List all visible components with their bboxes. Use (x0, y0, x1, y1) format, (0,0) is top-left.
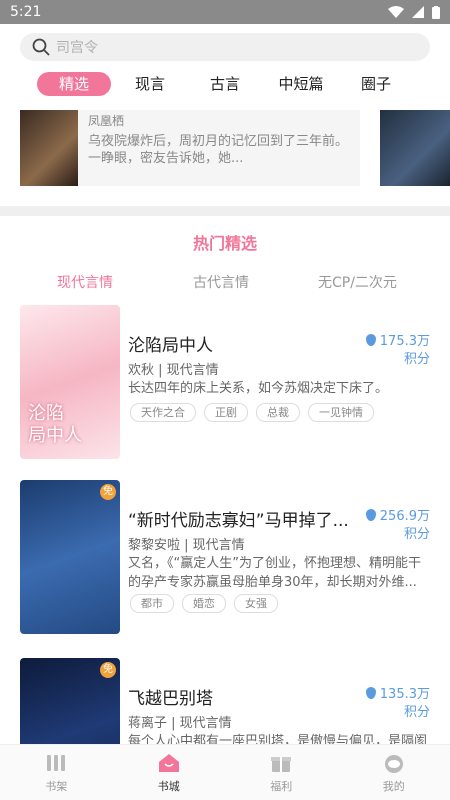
search-bar[interactable]: 司宫令 (20, 33, 430, 61)
book-item[interactable]: 沦陷 局中人 沦陷局中人 欢秋 | 现代言情 长达四年的床上关系，如今苏烟决定下床… (0, 305, 450, 465)
points-unit: 积分 (403, 352, 430, 367)
book-author: 蒋离子 (128, 716, 168, 731)
banner-cover-image (20, 110, 79, 186)
book-tags: 都市 婚恋 女强 (130, 594, 278, 613)
banner-author: 凤凰栖 (88, 114, 125, 128)
nav-label: 福利 (270, 779, 293, 793)
subtab-modern[interactable]: 现代言情 (57, 272, 113, 292)
book-meta: 蒋离子 | 现代言情 (128, 712, 232, 731)
nav-welfare[interactable]: 福利 (225, 745, 338, 800)
section-title: 热门精选 (192, 234, 257, 253)
meta-separator: | (171, 716, 180, 731)
free-badge: 免 (100, 662, 116, 678)
category-tabs: 精选 现言 古言 中短篇 圈子 (0, 72, 450, 98)
book-author: 欢秋 (128, 363, 155, 378)
header: 司宫令 精选 现言 古言 中短篇 圈子 (0, 24, 450, 110)
bottom-navigation: 书架 书城 福利 我的 (0, 744, 450, 800)
water-drop-icon (365, 509, 376, 521)
banner-description: 乌夜院爆炸后，周初月的记忆回到了三年前。一睁眼，密友告诉她，她... (88, 134, 349, 166)
battery-icon (432, 5, 440, 19)
free-badge: 免 (100, 484, 116, 500)
subtab-ancient[interactable]: 古代言情 (193, 272, 249, 292)
banner-card[interactable]: 凤凰栖 乌夜院爆炸后，周初月的记忆回到了三年前。一睁眼，密友告诉她，她... (20, 110, 360, 186)
tab-short-stories[interactable]: 中短篇 (275, 72, 327, 96)
points-value: 256.9万 (379, 509, 430, 524)
nav-label: 书城 (157, 779, 180, 793)
points-unit: 积分 (403, 527, 430, 542)
store-icon (158, 753, 179, 772)
water-drop-icon (365, 334, 376, 346)
tab-modern-romance[interactable]: 现言 (130, 72, 170, 96)
status-bar: 5:21 (0, 0, 450, 24)
tab-ancient-romance[interactable]: 古言 (205, 72, 245, 96)
nav-label: 我的 (382, 779, 405, 793)
book-points: 135.3万 积分 (365, 686, 430, 722)
book-tag[interactable]: 女强 (234, 594, 278, 613)
book-category: 现代言情 (179, 716, 232, 731)
profile-icon (384, 754, 403, 773)
points-unit: 积分 (403, 705, 430, 720)
book-title: 沦陷局中人 (128, 336, 213, 356)
banner-next-cover[interactable] (380, 110, 450, 186)
book-tag[interactable]: 总裁 (256, 403, 300, 422)
search-placeholder: 司宫令 (56, 40, 98, 56)
section-divider (0, 206, 450, 216)
bookshelf-icon (47, 754, 66, 771)
book-title: 飞越巴别塔 (128, 689, 213, 709)
book-category: 现代言情 (166, 363, 219, 378)
nav-bookshelf[interactable]: 书架 (0, 745, 113, 800)
points-value: 135.3万 (379, 687, 430, 702)
water-drop-icon (365, 687, 376, 699)
book-category: 现代言情 (192, 538, 245, 553)
search-icon (32, 38, 50, 56)
status-icons (388, 5, 440, 19)
book-tag[interactable]: 一见钟情 (308, 403, 374, 422)
genre-subtabs: 现代言情 古代言情 无CP/二次元 (0, 272, 450, 294)
book-tag[interactable]: 正剧 (204, 403, 248, 422)
nav-profile[interactable]: 我的 (338, 745, 450, 800)
book-summary: 每个人心中都有一座巴别塔，是傲慢与偏见，是隔阂 (128, 734, 428, 744)
status-time: 5:21 (10, 4, 42, 20)
book-points: 256.9万 积分 (365, 508, 430, 544)
book-tags: 天作之合 正剧 总裁 一见钟情 (130, 403, 374, 422)
signal-icon (412, 6, 424, 18)
book-title: “新时代励志寡妇”马甲掉了... (128, 511, 348, 531)
book-meta: 欢秋 | 现代言情 (128, 359, 219, 378)
book-summary: 长达四年的床上关系，如今苏烟决定下床了。 (128, 381, 389, 396)
book-item[interactable]: 免 飞越巴别塔 蒋离子 | 现代言情 每个人心中都有一座巴别塔，是傲慢与偏见，是… (0, 658, 450, 744)
book-summary: 又名，《“赢定人生”为了创业，怀抱理想、精明能干的孕产专家苏赢虽母胎单身30年，… (128, 556, 421, 590)
book-tag[interactable]: 婚恋 (182, 594, 226, 613)
subtab-no-cp[interactable]: 无CP/二次元 (318, 272, 397, 292)
meta-separator: | (158, 363, 167, 378)
book-points: 175.3万 积分 (365, 333, 430, 369)
nav-store[interactable]: 书城 (113, 745, 226, 800)
book-tag[interactable]: 都市 (130, 594, 174, 613)
book-cover: 免 (20, 480, 120, 634)
nav-label: 书架 (45, 779, 68, 793)
tab-circle[interactable]: 圈子 (356, 72, 396, 96)
book-item[interactable]: 免 “新时代励志寡妇”马甲掉了... 黎黎安啦 | 现代言情 又名，《“赢定人生… (0, 480, 450, 640)
points-value: 175.3万 (379, 334, 430, 349)
book-meta: 黎黎安啦 | 现代言情 (128, 534, 245, 553)
book-cover: 免 (20, 658, 120, 744)
banner-carousel: 凤凰栖 乌夜院爆炸后，周初月的记忆回到了三年前。一睁眼，密友告诉她，她... (0, 110, 450, 206)
book-tag[interactable]: 天作之合 (130, 403, 196, 422)
gift-icon (271, 756, 292, 772)
tab-featured[interactable]: 精选 (37, 72, 111, 96)
meta-separator: | (184, 538, 193, 553)
wifi-icon (388, 6, 404, 18)
book-author: 黎黎安啦 (128, 538, 181, 553)
book-cover: 沦陷 局中人 (20, 305, 120, 459)
cover-title: 沦陷 局中人 (28, 403, 82, 446)
